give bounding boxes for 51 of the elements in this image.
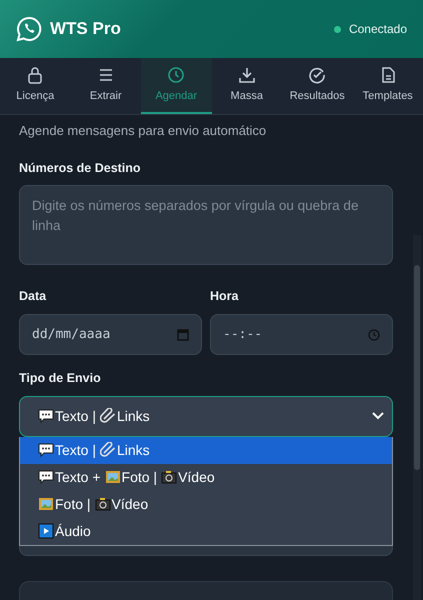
dropdown-option[interactable]: Texto + Foto | Vídeo xyxy=(20,464,392,491)
option-text: Links xyxy=(117,406,150,426)
option-text: Foto | xyxy=(55,494,91,514)
numbers-textarea[interactable]: Digite os números separados por vírgula ou quebra de linha xyxy=(19,185,393,266)
option-text: Foto | xyxy=(122,468,158,487)
field-label: Tipo de Envio xyxy=(19,370,102,387)
camera-icon xyxy=(161,469,178,486)
play-icon xyxy=(38,523,54,540)
paperclip-icon xyxy=(100,442,116,458)
time-field[interactable]: --:-- xyxy=(210,314,393,355)
speech-bubble-icon xyxy=(38,442,54,458)
date-field[interactable]: dd/mm/aaaa xyxy=(19,314,202,355)
paperclip-icon xyxy=(100,408,116,424)
tab[interactable]: Templates xyxy=(352,58,423,114)
tab[interactable]: Resultados xyxy=(282,58,352,114)
picture-icon xyxy=(104,469,121,486)
field-label: Números de Destino xyxy=(19,160,142,176)
check-circle-icon xyxy=(308,66,326,84)
app-title: WTS Pro xyxy=(50,18,121,40)
download-icon xyxy=(238,66,256,84)
picture-icon xyxy=(38,496,54,512)
calendar-icon xyxy=(177,328,189,342)
option-text: Vídeo xyxy=(178,468,215,487)
camera-icon xyxy=(94,496,111,512)
option-text: Links xyxy=(117,440,150,460)
dropdown-option[interactable]: Foto | Vídeo xyxy=(20,490,392,518)
option-text: Vídeo xyxy=(112,494,148,514)
status-label: Conectado xyxy=(348,21,407,38)
field-label: Hora xyxy=(210,288,240,306)
chat-phone-logo-icon xyxy=(16,16,42,42)
option-text: Áudio xyxy=(55,522,91,541)
dropdown-option[interactable]: Texto | Links xyxy=(20,436,392,464)
field-label: Data xyxy=(19,288,48,306)
option-text: Texto + xyxy=(55,468,101,487)
dropdown-option[interactable]: Áudio xyxy=(20,518,392,545)
lock-icon xyxy=(26,66,44,84)
speech-bubble-icon xyxy=(38,469,54,486)
send-type-select[interactable]: Texto | Links xyxy=(19,396,393,437)
tab[interactable]: Massa xyxy=(212,58,282,114)
scrollbar-thumb[interactable] xyxy=(414,265,420,470)
tab[interactable]: Licença xyxy=(0,58,70,114)
option-text: Texto | xyxy=(55,406,96,426)
clock-icon xyxy=(167,66,186,84)
field-value: --:-- xyxy=(223,326,262,344)
subtitle: Agende mensagens para envio automático xyxy=(19,122,268,140)
tab[interactable]: Extrair xyxy=(70,58,141,114)
option-text: Texto | xyxy=(55,440,96,460)
field-value: dd/mm/aaaa xyxy=(32,326,110,344)
clock-icon xyxy=(368,328,380,342)
tab[interactable]: Agendar xyxy=(141,58,212,114)
speech-bubble-icon xyxy=(38,408,54,424)
